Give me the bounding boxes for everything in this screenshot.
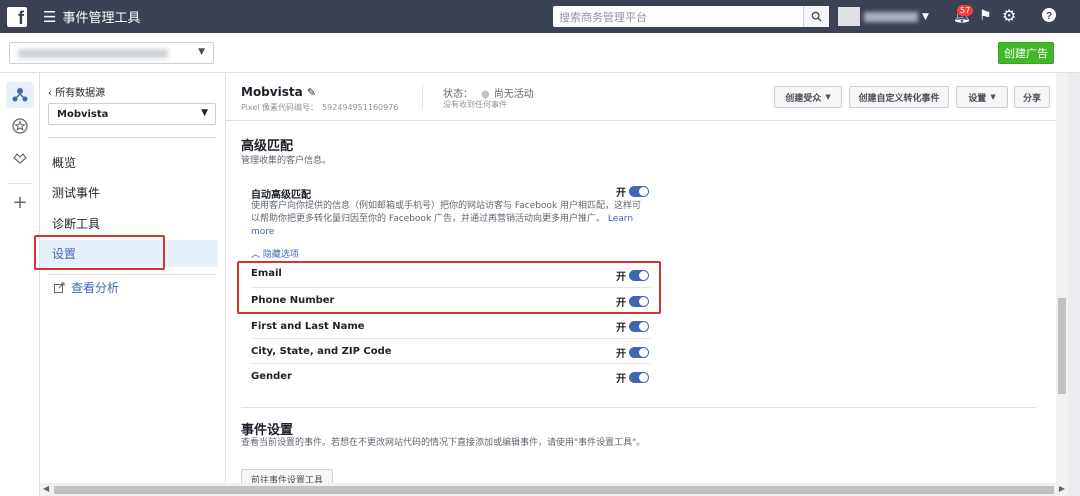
city-state-zip-toggle[interactable]: 开 — [616, 345, 649, 360]
settings-sidenav: ‹ 所有数据源 Mobvista ▼ 概览 测试事件 诊断工具 设置 查看分析 — [40, 73, 226, 483]
status-subtext: 没有收到任何事件 — [443, 100, 507, 109]
auto-matching-title: 自动高级匹配 — [251, 190, 311, 201]
divider — [241, 407, 1036, 408]
external-link-icon — [54, 282, 65, 293]
toggle-switch — [629, 372, 649, 383]
search-icon[interactable] — [803, 6, 829, 27]
event-settings-title: 事件设置 — [241, 423, 294, 438]
name-toggle[interactable]: 开 — [616, 319, 649, 334]
scrollbar-thumb[interactable] — [1058, 298, 1066, 394]
back-link-label: 所有数据源 — [55, 88, 106, 99]
events-manager-icon[interactable] — [6, 82, 34, 108]
search-input[interactable]: 搜索商务管理平台 — [553, 9, 803, 25]
user-menu[interactable]: ▼ — [838, 7, 930, 26]
view-analytics-link[interactable]: 查看分析 — [54, 279, 119, 296]
chevron-down-icon: ▼ — [201, 108, 208, 118]
pixel-title: Mobvista ✎ — [241, 85, 317, 99]
scroll-right-icon[interactable]: ▶ — [1059, 484, 1065, 493]
plus-icon[interactable]: + — [6, 189, 34, 215]
icon-rail: + — [0, 73, 40, 496]
share-button[interactable]: 分享 — [1014, 86, 1050, 108]
nav-item-test-events[interactable]: 测试事件 — [40, 179, 218, 206]
toggle-switch — [629, 186, 649, 197]
vertical-scrollbar[interactable] — [1056, 73, 1068, 483]
nav-item-overview[interactable]: 概览 — [40, 149, 218, 176]
facebook-logo-icon[interactable]: f — [7, 6, 27, 27]
flag-icon[interactable]: ⚑ — [979, 8, 992, 24]
chevron-up-icon: ︿ — [251, 250, 261, 260]
chevron-left-icon: ‹ — [48, 88, 52, 99]
event-settings-description: 查看当前设置的事件。若想在不更改网站代码的情况下直接添加或编辑事件，请使用"事件… — [241, 438, 646, 448]
field-row-gender: Gender — [251, 363, 651, 388]
horizontal-scrollbar[interactable]: ◀ ▶ — [40, 483, 1068, 496]
advanced-matching-title: 高级匹配 — [241, 139, 294, 154]
hide-options-link[interactable]: ︿ 隐藏选项 — [251, 247, 299, 260]
create-audience-button[interactable]: 创建受众 ▼ — [774, 86, 842, 108]
user-name-blurred — [864, 11, 918, 22]
advanced-matching-subtitle: 管理收集的客户信息。 — [241, 156, 332, 166]
chevron-down-icon: ▼ — [825, 93, 831, 101]
account-selector[interactable]: ▼ — [9, 42, 214, 64]
create-custom-conversion-button[interactable]: 创建自定义转化事件 — [849, 86, 949, 108]
divider — [48, 274, 216, 275]
view-analytics-label: 查看分析 — [71, 281, 120, 295]
help-icon[interactable]: ? — [1042, 8, 1056, 26]
auto-matching-description: 使用客户向你提供的信息（例如邮箱或手机号）把你的网站访客与 Facebook 用… — [251, 201, 642, 237]
pencil-icon[interactable]: ✎ — [307, 86, 316, 99]
app-title: 事件管理工具 — [62, 11, 141, 26]
notification-badge: 57 — [957, 5, 974, 16]
field-row-name: First and Last Name — [251, 313, 651, 338]
handshake-icon[interactable] — [6, 145, 34, 171]
search-bar[interactable]: 搜索商务管理平台 — [553, 6, 829, 27]
chevron-down-icon: ▼ — [990, 93, 996, 101]
svg-text:?: ? — [1046, 11, 1052, 22]
toggle-switch — [629, 321, 649, 332]
menu-icon[interactable]: ☰ — [43, 8, 56, 26]
datasource-value: Mobvista — [57, 109, 109, 120]
divider — [48, 137, 216, 138]
account-name-blurred — [18, 49, 168, 58]
scrollbar-thumb[interactable] — [54, 486, 1054, 494]
chevron-down-icon[interactable]: ▼ — [922, 12, 929, 22]
highlight-box — [34, 235, 165, 270]
star-icon[interactable] — [6, 113, 34, 139]
divider — [226, 120, 1056, 121]
divider — [422, 85, 423, 109]
nav-item-diagnostics[interactable]: 诊断工具 — [40, 210, 218, 237]
datasource-select[interactable]: Mobvista ▼ — [48, 103, 216, 125]
create-ad-button[interactable]: 创建广告 — [998, 42, 1054, 64]
gender-toggle[interactable]: 开 — [616, 370, 649, 385]
divider — [8, 183, 32, 184]
auto-matching-toggle[interactable]: 开 — [616, 184, 649, 199]
avatar — [838, 7, 860, 26]
field-row-city-state-zip: City, State, and ZIP Code — [251, 338, 651, 363]
toggle-switch — [629, 347, 649, 358]
settings-dropdown-button[interactable]: 设置 ▼ — [956, 86, 1008, 108]
account-bar: ▼ 创建广告 — [0, 33, 1080, 73]
scroll-left-icon[interactable]: ◀ — [43, 484, 49, 493]
status: 状态： ● 尚无活动 — [443, 89, 534, 100]
chevron-down-icon: ▼ — [198, 47, 205, 57]
gear-icon[interactable]: ⚙ — [1002, 6, 1016, 25]
highlight-box — [237, 261, 661, 314]
pixel-id: Pixel 像素代码编号： 592494951160976 — [241, 103, 399, 112]
back-link[interactable]: ‹ 所有数据源 — [48, 84, 105, 99]
